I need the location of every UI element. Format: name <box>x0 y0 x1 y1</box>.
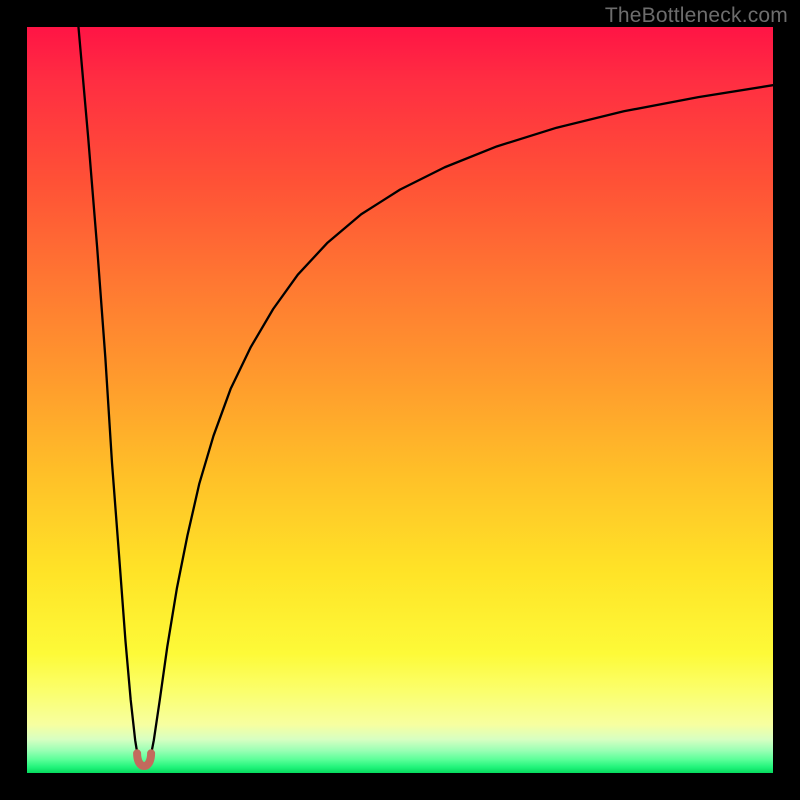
chart-curves-svg <box>27 27 773 773</box>
curve-left-branch <box>78 27 138 763</box>
chart-frame: TheBottleneck.com <box>0 0 800 800</box>
chart-plot-area <box>27 27 773 773</box>
curve-right-branch <box>149 85 773 763</box>
watermark-label: TheBottleneck.com <box>605 4 788 28</box>
minimum-marker-u-icon <box>137 753 151 766</box>
